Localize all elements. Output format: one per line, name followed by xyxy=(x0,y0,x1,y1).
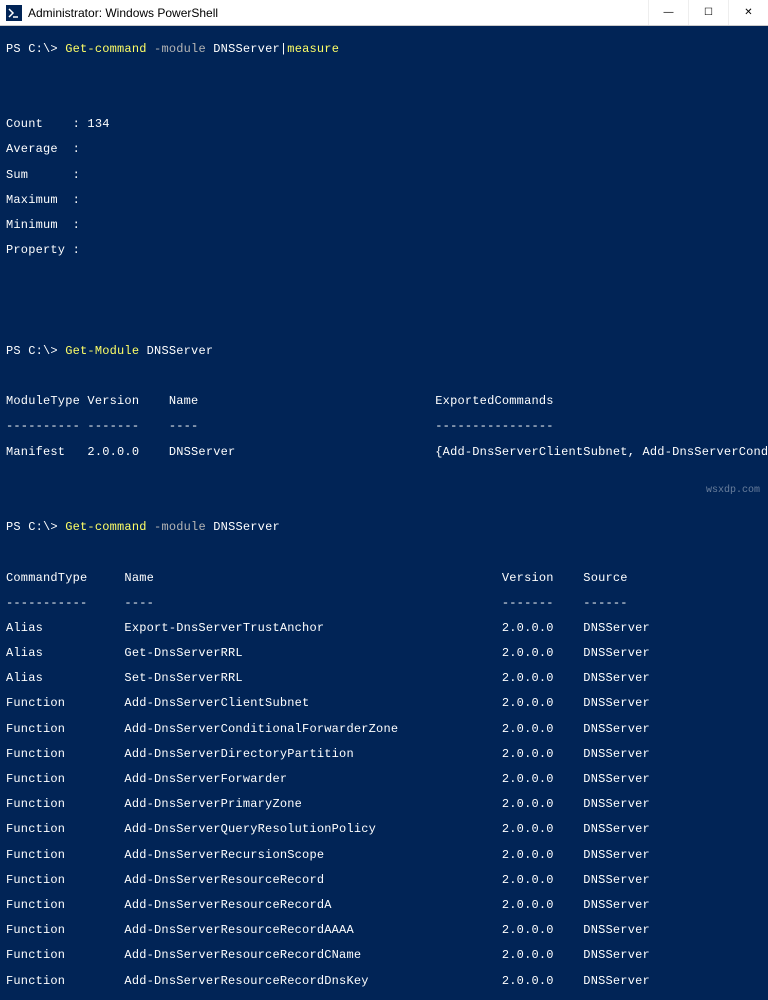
minimize-button[interactable]: — xyxy=(648,0,688,25)
prompt: PS C:\> xyxy=(6,42,65,56)
measure-output: Sum : xyxy=(6,169,762,182)
table-header: CommandType Name Version Source xyxy=(6,572,762,585)
measure-output: Property : xyxy=(6,244,762,257)
measure-output: Count : 134 xyxy=(6,118,762,131)
cmdlet: Get-Module xyxy=(65,344,139,358)
module-name: DNSServer xyxy=(139,344,213,358)
blank-line xyxy=(6,471,762,484)
table-row: Function Add-DnsServerResourceRecordAAAA… xyxy=(6,924,762,937)
measure-output: Average : xyxy=(6,143,762,156)
table-divider: ---------- ------- ---- ---------------- xyxy=(6,420,762,433)
blank-line xyxy=(6,370,762,383)
table-divider: ----------- ---- ------- ------ xyxy=(6,597,762,610)
powershell-icon xyxy=(6,5,22,21)
table-row: Function Add-DnsServerResourceRecordA 2.… xyxy=(6,899,762,912)
table-row: Function Add-DnsServerDirectoryPartition… xyxy=(6,748,762,761)
maximize-button[interactable]: ☐ xyxy=(688,0,728,25)
blank-line xyxy=(6,269,762,282)
window-controls: — ☐ ✕ xyxy=(648,0,768,25)
measure-output: Maximum : xyxy=(6,194,762,207)
watermark: wsxdp.com xyxy=(706,485,760,496)
table-row: Function Add-DnsServerResourceRecord 2.0… xyxy=(6,874,762,887)
table-row: Alias Export-DnsServerTrustAnchor 2.0.0.… xyxy=(6,622,762,635)
parameter-flag: -module xyxy=(147,42,214,56)
table-row: Manifest 2.0.0.0 DNSServer {Add-DnsServe… xyxy=(6,446,762,459)
table-row: Function Add-DnsServerClientSubnet 2.0.0… xyxy=(6,697,762,710)
prompt: PS C:\> xyxy=(6,344,65,358)
table-row: Function Add-DnsServerResourceRecordCNam… xyxy=(6,949,762,962)
window-title: Administrator: Windows PowerShell xyxy=(28,6,648,20)
prompt: PS C:\> xyxy=(6,520,65,534)
terminal-area[interactable]: PS C:\> Get-command -module DNSServer|me… xyxy=(0,26,768,1000)
blank-line xyxy=(6,294,762,307)
table-row: Function Add-DnsServerPrimaryZone 2.0.0.… xyxy=(6,798,762,811)
table-row: Alias Set-DnsServerRRL 2.0.0.0 DNSServer xyxy=(6,672,762,685)
command-line-2: PS C:\> Get-Module DNSServer xyxy=(6,345,762,358)
blank-line xyxy=(6,496,762,509)
table-row: Alias Get-DnsServerRRL 2.0.0.0 DNSServer xyxy=(6,647,762,660)
cmdlet: Get-command xyxy=(65,42,146,56)
module-name: DNSServer xyxy=(213,520,280,534)
module-name: DNSServer xyxy=(213,42,280,56)
blank-line xyxy=(6,68,762,81)
command-line-3: PS C:\> Get-command -module DNSServer xyxy=(6,521,762,534)
blank-line xyxy=(6,546,762,559)
cmdlet: Get-command xyxy=(65,520,146,534)
table-row: Function Add-DnsServerQueryResolutionPol… xyxy=(6,823,762,836)
command-line-1: PS C:\> Get-command -module DNSServer|me… xyxy=(6,43,762,56)
titlebar[interactable]: Administrator: Windows PowerShell — ☐ ✕ xyxy=(0,0,768,26)
table-row: Function Add-DnsServerResourceRecordDnsK… xyxy=(6,975,762,988)
table-header: ModuleType Version Name ExportedCommands xyxy=(6,395,762,408)
table-row: Function Add-DnsServerConditionalForward… xyxy=(6,723,762,736)
table-row: Function Add-DnsServerForwarder 2.0.0.0 … xyxy=(6,773,762,786)
close-button[interactable]: ✕ xyxy=(728,0,768,25)
blank-line xyxy=(6,320,762,333)
blank-line xyxy=(6,93,762,106)
cmdlet: measure xyxy=(287,42,339,56)
measure-output: Minimum : xyxy=(6,219,762,232)
parameter-flag: -module xyxy=(147,520,214,534)
table-row: Function Add-DnsServerRecursionScope 2.0… xyxy=(6,849,762,862)
